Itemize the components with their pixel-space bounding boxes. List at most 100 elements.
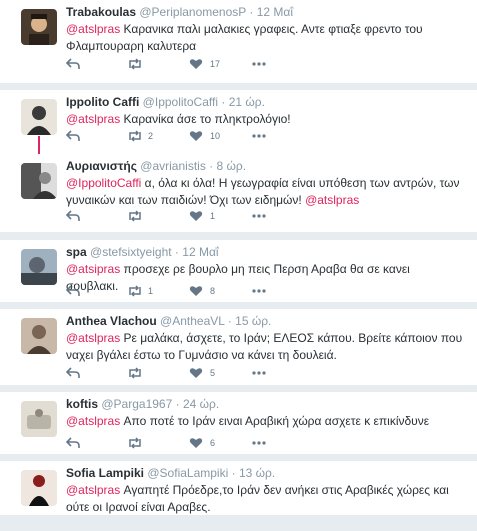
user-name[interactable]: Sofia Lampiki [66,466,144,480]
tweet[interactable]: koftis @Parga1967 · 24 ώρ. @atslpras Απο… [0,392,477,462]
separator: · [231,466,236,480]
timestamp[interactable]: 12 Μαΐ [257,5,293,19]
tweet-card: Trabakoulas @PeriplanomenosP · 12 Μαΐ @a… [0,0,477,83]
tweet-body: Καρανικα παλι μαλακιες γραφεις. Αντε φτι… [66,22,423,53]
timestamp[interactable]: 13 ώρ. [239,466,275,480]
retweet-icon [129,367,141,379]
avatar[interactable] [21,470,57,506]
separator: · [175,397,180,411]
timestamp[interactable]: 24 ώρ. [183,397,219,411]
like-count: 8 [210,286,216,296]
user-handle[interactable]: @stefsixtyeight [90,245,172,259]
tweet-header: Anthea Vlachou @AntheaVL · 15 ώρ. [66,314,463,328]
reply-icon [66,210,80,221]
tweet[interactable]: Sofia Lampiki @SofiaLampiki · 13 ώρ. @at… [0,461,477,531]
user-handle[interactable]: @SofiaLampiki [147,466,228,480]
tweet-card: Sofia Lampiki @SofiaLampiki · 13 ώρ. @at… [0,461,477,515]
mention-link[interactable]: @atslpras [305,193,359,207]
tweet[interactable]: spa @stefsixtyeight · 12 Μαΐ @atsipras π… [0,240,477,310]
tweet-text: @atslpras Ρε μαλάκα, άσχετε, το Ιράν; ΕΛ… [66,330,463,363]
tweet-body: Ρε μαλάκα, άσχετε, το Ιράν; ΕΛΕΟΣ κάπου.… [66,331,463,362]
reply-icon [66,285,80,296]
tweet-text: @atslpras Αγαπητέ Πρόεδρε,το Ιράν δεν αν… [66,482,463,515]
mention-link[interactable]: @atsipras [66,262,120,276]
more-icon [252,441,266,445]
tweet-card: koftis @Parga1967 · 24 ώρ. @atslpras Απο… [0,392,477,454]
user-name[interactable]: Trabakoulas [66,5,136,19]
more-icon [252,371,266,375]
like-icon [189,211,203,221]
like-icon [189,286,203,296]
like-count: 10 [210,131,221,141]
replies-feed: Trabakoulas @PeriplanomenosP · 12 Μαΐ @a… [0,0,477,515]
tweet-body: Αγαπητέ Πρόεδρε,το Ιράν δεν ανήκει στις … [66,483,449,514]
more-icon [252,289,266,293]
user-handle[interactable]: @avrianistis [140,159,206,173]
like-count: 17 [210,59,221,69]
reply-icon [66,130,80,141]
reply-icon [66,58,80,69]
avatar[interactable] [21,9,57,45]
tweet-header: Αυριανιστής @avrianistis · 8 ώρ. [66,159,463,173]
tweet-text: @atslpras Καρανικα παλι μαλακιες γραφεις… [66,21,463,54]
tweet-body: Καρανίκα άσε το πληκτρολόγιο! [120,112,291,126]
user-handle[interactable]: @Parga1967 [101,397,172,411]
retweet-icon [129,58,141,70]
tweet-card: spa @stefsixtyeight · 12 Μαΐ @atsipras π… [0,240,477,302]
avatar-image [21,318,57,354]
avatar[interactable] [21,249,57,285]
reply-icon [66,437,80,448]
user-handle[interactable]: @PeriplanomenosP [139,5,246,19]
avatar[interactable] [21,401,57,437]
user-handle[interactable]: @AntheaVL [160,314,224,328]
timestamp[interactable]: 8 ώρ. [217,159,247,173]
mention-link[interactable]: @atslpras [66,22,120,36]
retweet-icon [129,437,141,449]
like-count: 5 [210,368,216,378]
tweet-header: Ippolito Caffi @IppolitoCaffi · 21 ώρ. [66,95,463,109]
like-icon [189,438,203,448]
user-handle[interactable]: @IppolitoCaffi [143,95,218,109]
like-count: 1 [210,211,216,221]
like-icon [189,368,203,378]
tweet-header: koftis @Parga1967 · 24 ώρ. [66,397,463,411]
user-name[interactable]: spa [66,245,87,259]
separator: · [227,314,232,328]
avatar[interactable] [21,163,57,199]
mention-link[interactable]: @atslpras [66,112,120,126]
avatar-image [21,401,57,437]
more-icon [252,214,266,218]
timestamp[interactable]: 21 ώρ. [229,95,265,109]
like-icon [189,131,203,141]
avatar[interactable] [21,99,57,135]
tweet-card: Ippolito Caffi @IppolitoCaffi · 21 ώρ. @… [0,90,477,232]
user-name[interactable]: Αυριανιστής [66,159,137,173]
mention-link[interactable]: @atslpras [66,331,120,345]
mention-link[interactable]: @atslpras [66,414,120,428]
avatar-image [21,99,57,135]
more-icon [252,62,266,66]
retweet-icon [129,210,141,222]
retweet-icon [129,130,141,142]
tweet-text: @atslpras Απο ποτέ το Ιράν ειναι Αραβική… [66,413,463,430]
user-name[interactable]: koftis [66,397,98,411]
tweet-header: spa @stefsixtyeight · 12 Μαΐ [66,245,463,259]
separator: · [221,95,226,109]
tweet-text: @IppolitoCaffi α, όλα κι όλα! Η γεωγραφί… [66,175,463,208]
separator: · [209,159,214,173]
mention-link[interactable]: @atslpras [66,483,120,497]
tweet[interactable]: Ippolito Caffi @IppolitoCaffi · 21 ώρ. @… [0,90,477,160]
mention-link[interactable]: @IppolitoCaffi [66,176,141,190]
avatar[interactable] [21,318,57,354]
tweet-card: Anthea Vlachou @AntheaVL · 15 ώρ. @atslp… [0,309,477,385]
user-name[interactable]: Ippolito Caffi [66,95,139,109]
tweet-body: Απο ποτέ το Ιράν ειναι Αραβική χώρα ασχε… [120,414,430,428]
reply-icon [66,367,80,378]
tweet-header: Trabakoulas @PeriplanomenosP · 12 Μαΐ [66,5,463,19]
retweet-count: 1 [148,286,154,296]
user-name[interactable]: Anthea Vlachou [66,314,157,328]
timestamp[interactable]: 12 Μαΐ [182,245,218,259]
avatar-image [21,9,57,45]
more-icon [252,134,266,138]
timestamp[interactable]: 15 ώρ. [235,314,271,328]
